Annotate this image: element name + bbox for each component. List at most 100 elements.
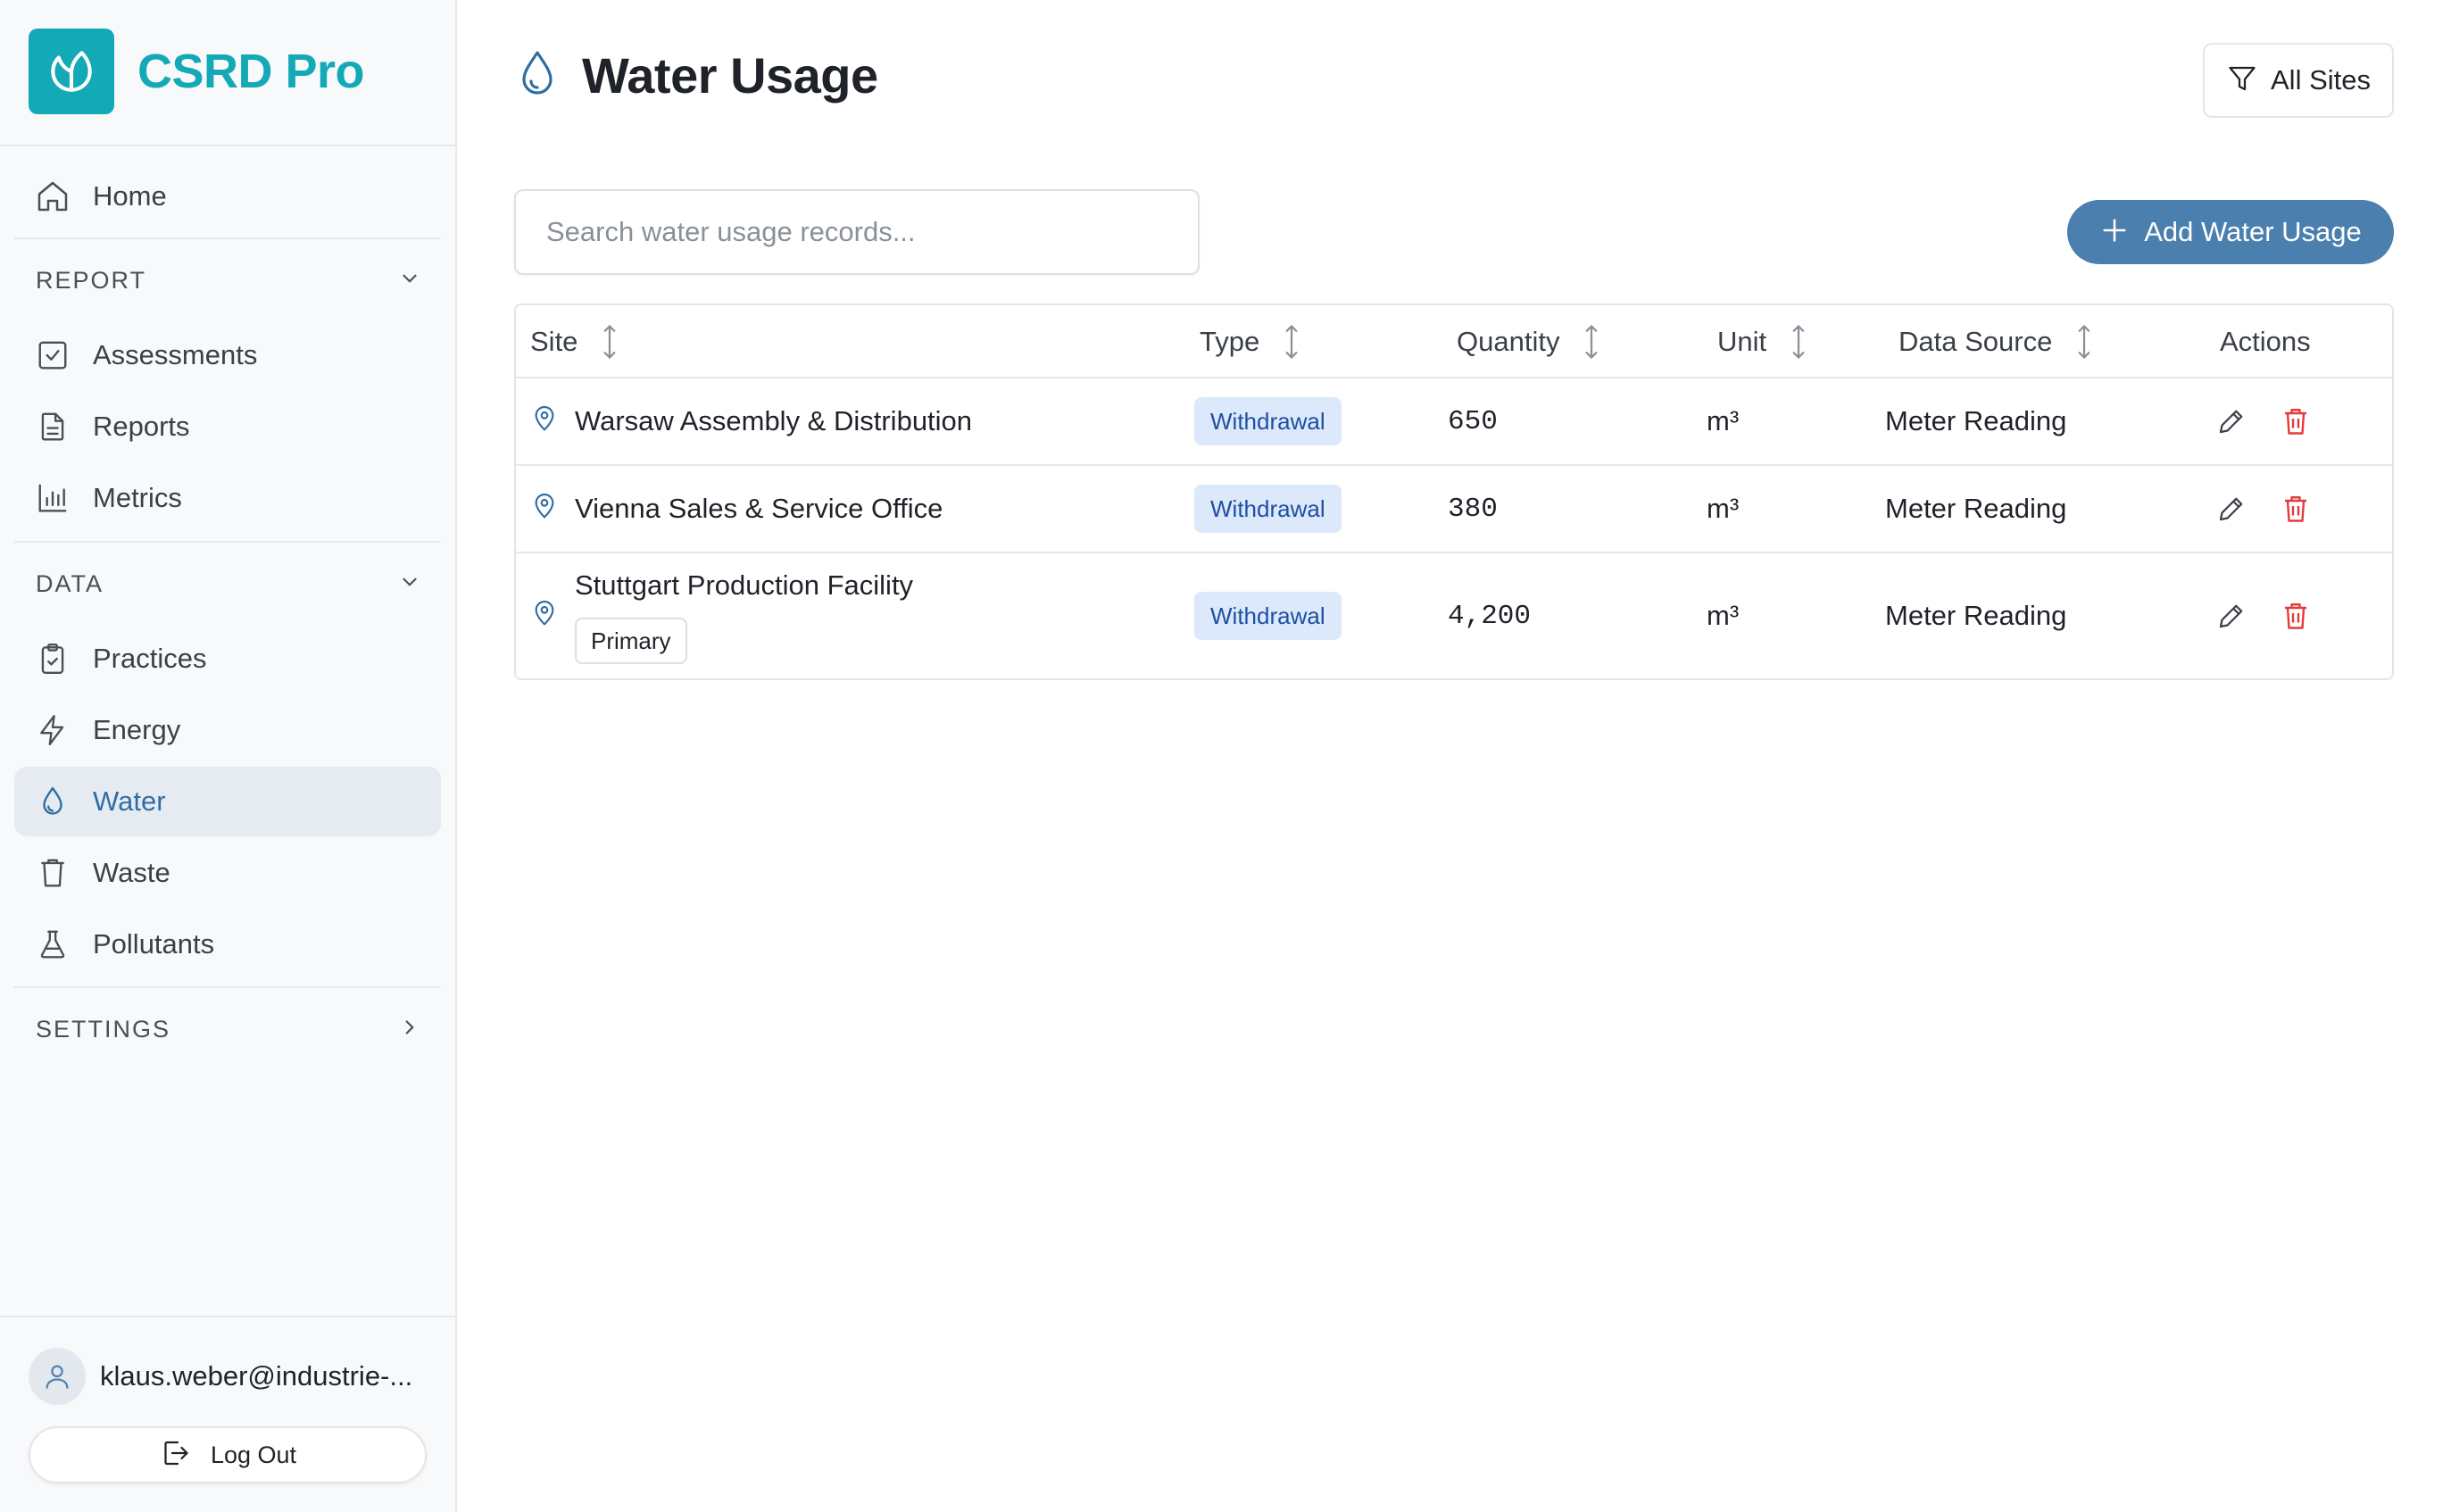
type-badge: Withdrawal bbox=[1194, 485, 1342, 533]
column-label: Quantity bbox=[1457, 326, 1560, 357]
data-source-cell: Meter Reading bbox=[1885, 600, 2067, 631]
section-label: SETTINGS bbox=[36, 1015, 171, 1043]
page-title: Water Usage bbox=[582, 47, 878, 104]
delete-icon bbox=[2280, 405, 2312, 442]
map-pin-icon bbox=[530, 403, 559, 439]
sidebar-item-practices[interactable]: Practices bbox=[14, 624, 441, 694]
user-email: klaus.weber@industrie-... bbox=[100, 1360, 413, 1392]
delete-button[interactable] bbox=[2280, 493, 2312, 529]
logout-button[interactable]: Log Out bbox=[29, 1426, 427, 1483]
user-profile[interactable]: klaus.weber@industrie-... bbox=[29, 1348, 412, 1405]
droplet-icon bbox=[34, 783, 71, 820]
sidebar-item-label: Reports bbox=[93, 411, 190, 442]
unit-cell: m³ bbox=[1707, 405, 1740, 436]
sidebar-item-assessments[interactable]: Assessments bbox=[14, 320, 441, 390]
edit-button[interactable] bbox=[2215, 405, 2247, 442]
delete-button[interactable] bbox=[2280, 405, 2312, 442]
brand[interactable]: CSRD Pro bbox=[29, 29, 365, 114]
map-pin-icon bbox=[530, 491, 559, 527]
delete-icon bbox=[2280, 600, 2312, 636]
column-label: Type bbox=[1200, 326, 1260, 357]
chevron-down-icon bbox=[398, 267, 421, 295]
trash-bin-icon bbox=[34, 854, 71, 892]
pencil-icon bbox=[2215, 600, 2247, 636]
edit-button[interactable] bbox=[2215, 600, 2247, 636]
type-cell: Withdrawal bbox=[1194, 553, 1342, 678]
chevron-down-icon bbox=[398, 570, 421, 598]
column-header-data-source[interactable]: Data Source bbox=[1898, 305, 2095, 378]
column-header-site[interactable]: Site bbox=[530, 305, 620, 378]
flask-icon bbox=[34, 926, 71, 963]
divider bbox=[14, 986, 441, 988]
divider bbox=[0, 145, 455, 146]
quantity-cell: 4,200 bbox=[1448, 600, 1532, 632]
sort-icon[interactable] bbox=[1788, 323, 1809, 361]
delete-icon bbox=[2280, 493, 2312, 529]
map-pin-icon bbox=[530, 598, 559, 634]
sidebar-item-pollutants[interactable]: Pollutants bbox=[14, 910, 441, 979]
column-header-type[interactable]: Type bbox=[1200, 305, 1302, 378]
filter-label: All Sites bbox=[2271, 64, 2371, 96]
divider bbox=[14, 237, 441, 239]
type-badge: Withdrawal bbox=[1194, 397, 1342, 445]
quantity-cell: 380 bbox=[1448, 493, 1498, 525]
unit-cell: m³ bbox=[1707, 600, 1740, 631]
site-filter-button[interactable]: All Sites bbox=[2203, 43, 2394, 118]
type-cell: Withdrawal bbox=[1194, 378, 1342, 464]
sidebar-item-waste[interactable]: Waste bbox=[14, 838, 441, 908]
sort-icon[interactable] bbox=[2073, 323, 2095, 361]
data-source-cell: Meter Reading bbox=[1885, 405, 2067, 436]
sidebar-item-label: Waste bbox=[93, 857, 170, 888]
primary-site-tag: Primary bbox=[575, 618, 687, 664]
section-settings-header[interactable]: SETTINGS bbox=[14, 1002, 441, 1056]
sidebar-item-metrics[interactable]: Metrics bbox=[14, 463, 441, 533]
unit-cell: m³ bbox=[1707, 493, 1740, 524]
pencil-icon bbox=[2215, 405, 2247, 442]
water-usage-table: Site Type Quantity Unit Data Source Acti… bbox=[514, 303, 2394, 680]
sidebar-item-home[interactable]: Home bbox=[14, 162, 441, 231]
delete-button[interactable] bbox=[2280, 600, 2312, 636]
column-header-unit[interactable]: Unit bbox=[1717, 305, 1809, 378]
sidebar-item-water[interactable]: Water bbox=[14, 767, 441, 836]
site-cell: Vienna Sales & Service Office bbox=[530, 466, 943, 552]
pencil-icon bbox=[2215, 493, 2247, 529]
type-badge: Withdrawal bbox=[1194, 592, 1342, 640]
site-name: Vienna Sales & Service Office bbox=[575, 493, 943, 524]
filter-icon bbox=[2226, 62, 2258, 99]
site-cell: Warsaw Assembly & Distribution bbox=[530, 378, 972, 464]
sort-icon[interactable] bbox=[1281, 323, 1302, 361]
page-header: Water Usage bbox=[516, 46, 878, 104]
divider bbox=[14, 541, 441, 543]
site-name: Stuttgart Production Facility bbox=[575, 569, 914, 601]
column-label: Site bbox=[530, 326, 578, 357]
site-cell bbox=[530, 553, 559, 678]
sidebar-item-label: Home bbox=[93, 180, 167, 212]
edit-button[interactable] bbox=[2215, 493, 2247, 529]
sidebar-item-label: Assessments bbox=[93, 339, 258, 370]
sidebar-item-energy[interactable]: Energy bbox=[14, 695, 441, 765]
sidebar-item-label: Water bbox=[93, 785, 166, 817]
type-cell: Withdrawal bbox=[1194, 466, 1342, 552]
home-icon bbox=[34, 178, 71, 215]
column-header-actions: Actions bbox=[2220, 305, 2311, 378]
sort-icon[interactable] bbox=[1581, 323, 1602, 361]
section-report-header[interactable]: REPORT bbox=[14, 253, 441, 307]
data-source-cell: Meter Reading bbox=[1885, 493, 2067, 524]
add-water-usage-button[interactable]: Add Water Usage bbox=[2067, 200, 2394, 264]
clipboard-check-icon bbox=[34, 640, 71, 677]
divider bbox=[0, 1316, 455, 1317]
bar-chart-icon bbox=[34, 479, 71, 517]
section-data-header[interactable]: DATA bbox=[14, 557, 441, 611]
sidebar-item-reports[interactable]: Reports bbox=[14, 392, 441, 461]
search-input[interactable] bbox=[514, 189, 1200, 275]
sidebar: CSRD Pro Home REPORT Assessments Reports… bbox=[0, 0, 457, 1512]
leaf-logo-icon bbox=[29, 29, 114, 114]
check-square-icon bbox=[34, 336, 71, 374]
column-header-quantity[interactable]: Quantity bbox=[1457, 305, 1602, 378]
column-label: Actions bbox=[2220, 326, 2311, 357]
sort-icon[interactable] bbox=[599, 323, 620, 361]
plus-icon bbox=[2099, 215, 2130, 250]
sidebar-item-label: Energy bbox=[93, 714, 181, 745]
add-button-label: Add Water Usage bbox=[2144, 216, 2362, 247]
sidebar-item-label: Metrics bbox=[93, 482, 182, 513]
